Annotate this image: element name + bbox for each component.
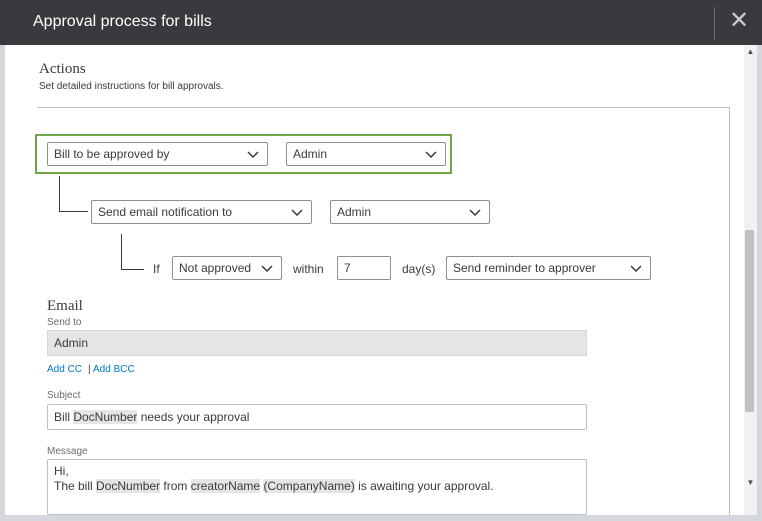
rule2-action-value: Send email notification to [98, 205, 233, 219]
message-text: from [160, 479, 191, 493]
dialog-frame-left [0, 45, 5, 521]
actions-description: Set detailed instructions for bill appro… [39, 81, 224, 92]
rule2-recipient-select[interactable]: Admin [330, 200, 490, 224]
subject-token: DocNumber [73, 410, 138, 424]
dialog-title: Approval process for bills [33, 13, 212, 30]
message-textarea[interactable]: Hi, The bill DocNumber from creatorName … [47, 459, 587, 515]
actions-heading: Actions [39, 61, 86, 77]
rule1-action-value: Bill to be approved by [54, 147, 170, 161]
subject-input[interactable]: Bill DocNumber needs your approval [47, 404, 587, 430]
scroll-up-icon[interactable]: ▲ [744, 47, 757, 57]
chevron-down-icon [261, 257, 273, 272]
content-right-border [729, 107, 730, 515]
scrollbar-thumb[interactable] [745, 230, 754, 412]
dialog-frame-bottom [0, 515, 762, 521]
add-cc-link[interactable]: Add CC [47, 364, 82, 375]
message-token: creatorName [190, 479, 261, 493]
message-token: DocNumber [96, 479, 161, 493]
dialog-frame-right [757, 45, 762, 521]
chevron-down-icon [247, 143, 259, 158]
days-unit-label: day(s) [402, 262, 436, 276]
if-label: If [153, 262, 160, 276]
chevron-down-icon [425, 143, 437, 158]
rule2-action-select[interactable]: Send email notification to [91, 200, 312, 224]
actions-divider [37, 107, 730, 108]
message-line-1: Hi, [54, 464, 69, 478]
subject-label: Subject [47, 390, 81, 401]
scroll-down-icon[interactable]: ▼ [744, 478, 757, 488]
link-separator: | [88, 364, 91, 375]
message-label: Message [47, 446, 88, 457]
send-to-label: Send to [47, 317, 82, 328]
days-input[interactable]: 7 [337, 256, 391, 280]
email-heading: Email [47, 298, 83, 314]
subject-prefix: Bill [54, 410, 74, 424]
rule-connector [121, 234, 144, 270]
chevron-down-icon [469, 201, 481, 216]
rule3-condition-select[interactable]: Not approved [172, 256, 282, 280]
within-label: within [293, 262, 324, 276]
message-text: is awaiting your approval. [354, 479, 494, 493]
rule1-action-select[interactable]: Bill to be approved by [47, 142, 268, 166]
subject-suffix: needs your approval [137, 410, 250, 424]
message-text: The bill [54, 479, 97, 493]
close-icon[interactable]: ✕ [726, 7, 752, 35]
send-to-field: Admin [47, 330, 587, 356]
add-bcc-link[interactable]: Add BCC [93, 364, 135, 375]
message-token: (CompanyName) [263, 479, 355, 493]
chevron-down-icon [291, 201, 303, 216]
rule-connector [59, 176, 88, 212]
message-line-2: The bill DocNumber from creatorName (Com… [54, 479, 580, 494]
titlebar-divider [714, 7, 715, 40]
chevron-down-icon [630, 257, 642, 272]
rule3-then-value: Send reminder to approver [453, 261, 596, 275]
rule3-then-select[interactable]: Send reminder to approver [446, 256, 651, 280]
rule1-approver-select[interactable]: Admin [286, 142, 446, 166]
dialog-titlebar: Approval process for bills ✕ [0, 0, 762, 45]
rule1-approver-value: Admin [293, 147, 328, 161]
rule2-recipient-value: Admin [337, 205, 372, 219]
rule3-condition-value: Not approved [179, 261, 252, 275]
